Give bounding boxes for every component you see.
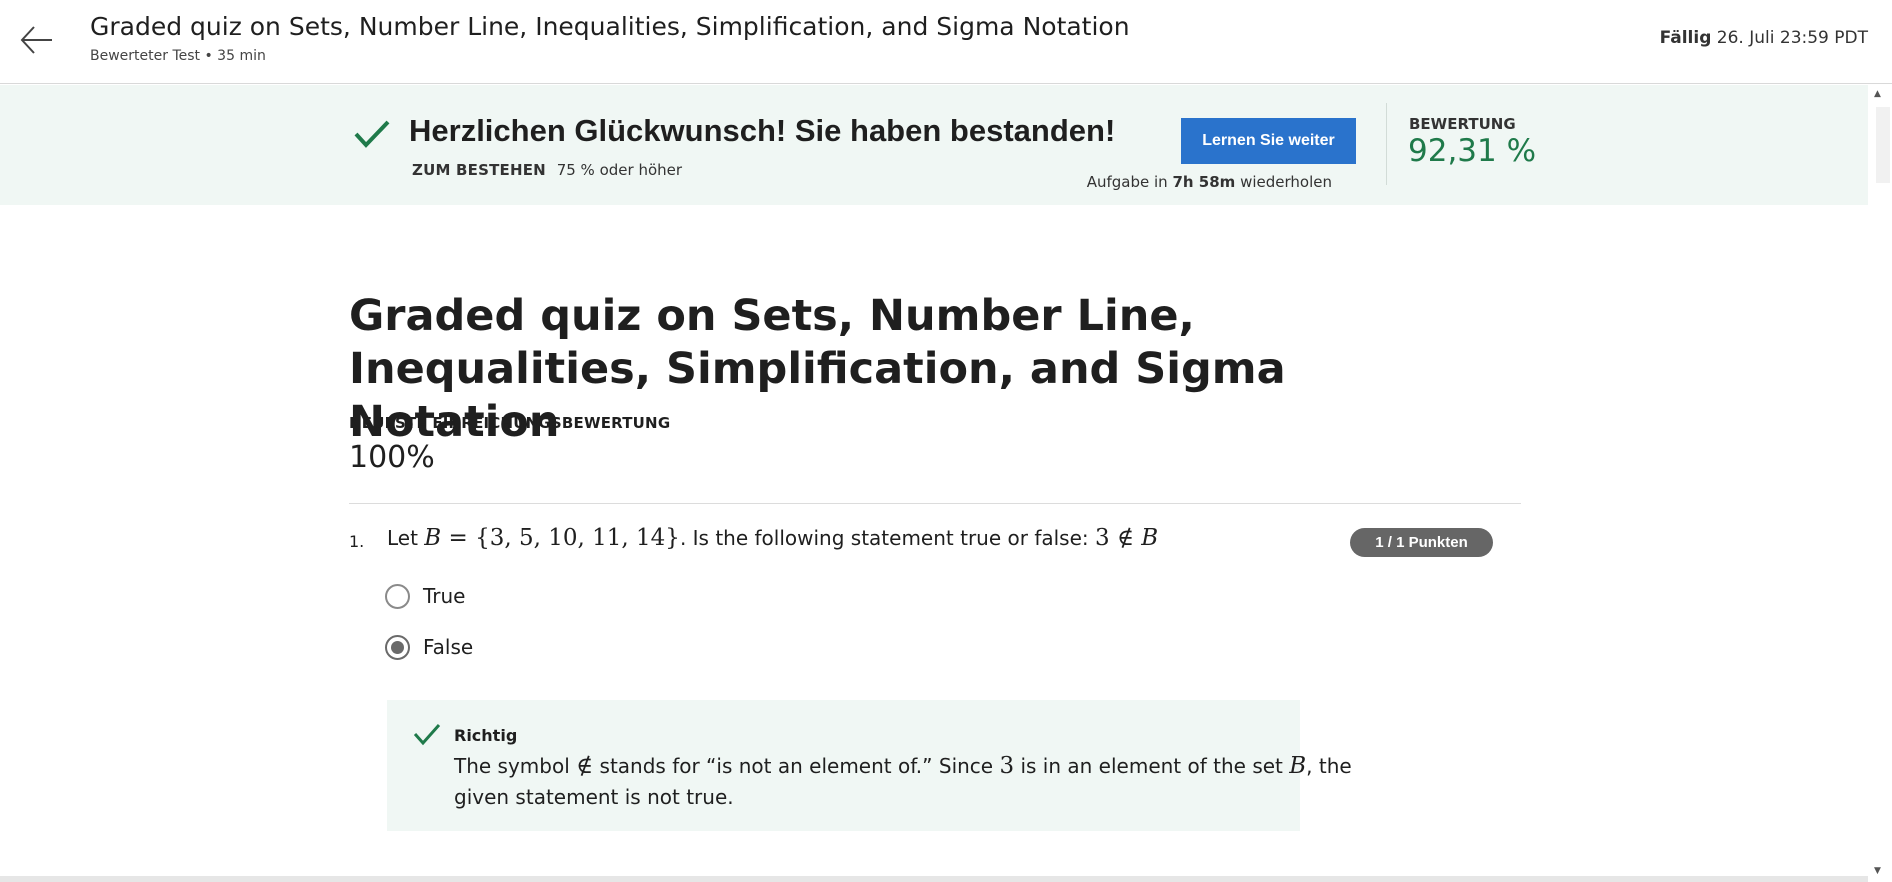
radio-button-true[interactable]: [385, 583, 410, 609]
pass-threshold: ZUM BESTEHEN 75 % oder höher: [412, 161, 682, 179]
option-label: False: [423, 635, 474, 659]
question-number: 1.: [349, 532, 365, 551]
pass-value: 75 % oder höher: [556, 161, 683, 179]
math-statement-var: B: [1141, 525, 1159, 551]
math-set-var: B: [424, 525, 442, 551]
retry-suffix: wiederholen: [1240, 173, 1332, 191]
math-statement-num: 3: [1095, 525, 1110, 551]
retry-info: Aufgabe in 7h 58m wiederholen: [1087, 173, 1332, 191]
header-title: Graded quiz on Sets, Number Line, Inequa…: [90, 12, 1130, 41]
option-true[interactable]: True: [385, 581, 465, 611]
fb-text-1: The symbol: [454, 754, 570, 778]
latest-submission-label: NEUESTE EINREICHUNGSBEWERTUNG: [349, 414, 671, 432]
latest-submission-value: 100%: [349, 440, 435, 475]
checkmark-icon: [354, 120, 390, 148]
retry-time: 7h 58m: [1172, 173, 1236, 191]
option-false[interactable]: False: [385, 632, 473, 662]
checkmark-icon: [413, 724, 441, 746]
question-middle: . Is the following statement true or fal…: [679, 526, 1089, 550]
grade-value: 92,31 %: [1408, 133, 1537, 169]
top-header: Graded quiz on Sets, Number Line, Inequa…: [0, 0, 1892, 84]
vertical-scrollbar[interactable]: ▲ ▼: [1868, 85, 1892, 882]
feedback-status: Richtig: [454, 726, 518, 745]
question-text: Let B = {3, 5, 10, 11, 14}. Is the follo…: [387, 525, 1158, 551]
math-equals: =: [441, 525, 476, 551]
feedback-text: The symbol ∉ stands for “is not an eleme…: [454, 751, 1354, 813]
scroll-down-icon[interactable]: ▼: [1874, 866, 1881, 876]
banner-title: Herzlichen Glückwunsch! Sie haben bestan…: [409, 113, 1116, 148]
due-date: Fällig 26. Juli 23:59 PDT: [1660, 28, 1868, 48]
divider: [349, 503, 1521, 504]
header-subtitle: Bewerteter Test • 35 min: [90, 48, 266, 64]
option-label: True: [423, 584, 466, 608]
pass-label: ZUM BESTEHEN: [412, 161, 546, 179]
scrollbar-thumb[interactable]: [1876, 107, 1890, 183]
math-not-element: ∉: [1109, 525, 1142, 551]
scroll-up-icon[interactable]: ▲: [1874, 89, 1881, 99]
pass-banner: Herzlichen Glückwunsch! Sie haben bestan…: [0, 85, 1868, 205]
due-label: Fällig: [1659, 28, 1712, 48]
back-button[interactable]: [18, 20, 58, 60]
continue-learning-button[interactable]: Lernen Sie weiter: [1181, 118, 1356, 164]
math-set: {3, 5, 10, 11, 14}: [475, 525, 680, 551]
retry-prefix: Aufgabe in: [1086, 173, 1168, 191]
question-prefix: Let: [387, 526, 418, 550]
bottom-strip: [0, 876, 1868, 882]
fb-set-var: B: [1289, 753, 1307, 779]
banner-divider: [1386, 103, 1387, 185]
grade-label: BEWERTUNG: [1409, 115, 1516, 133]
feedback-box: Richtig The symbol ∉ stands for “is not …: [387, 700, 1352, 831]
fb-symbol: ∉: [576, 753, 594, 779]
due-value: 26. Juli 23:59 PDT: [1716, 28, 1868, 48]
fb-text-3: is in an element of the set: [1020, 754, 1283, 778]
points-badge: 1 / 1 Punkten: [1350, 528, 1493, 557]
fb-num: 3: [999, 753, 1015, 779]
arrow-left-icon: [20, 26, 52, 54]
radio-button-false[interactable]: [385, 634, 410, 660]
fb-text-2: stands for “is not an element of.” Since: [599, 754, 994, 778]
